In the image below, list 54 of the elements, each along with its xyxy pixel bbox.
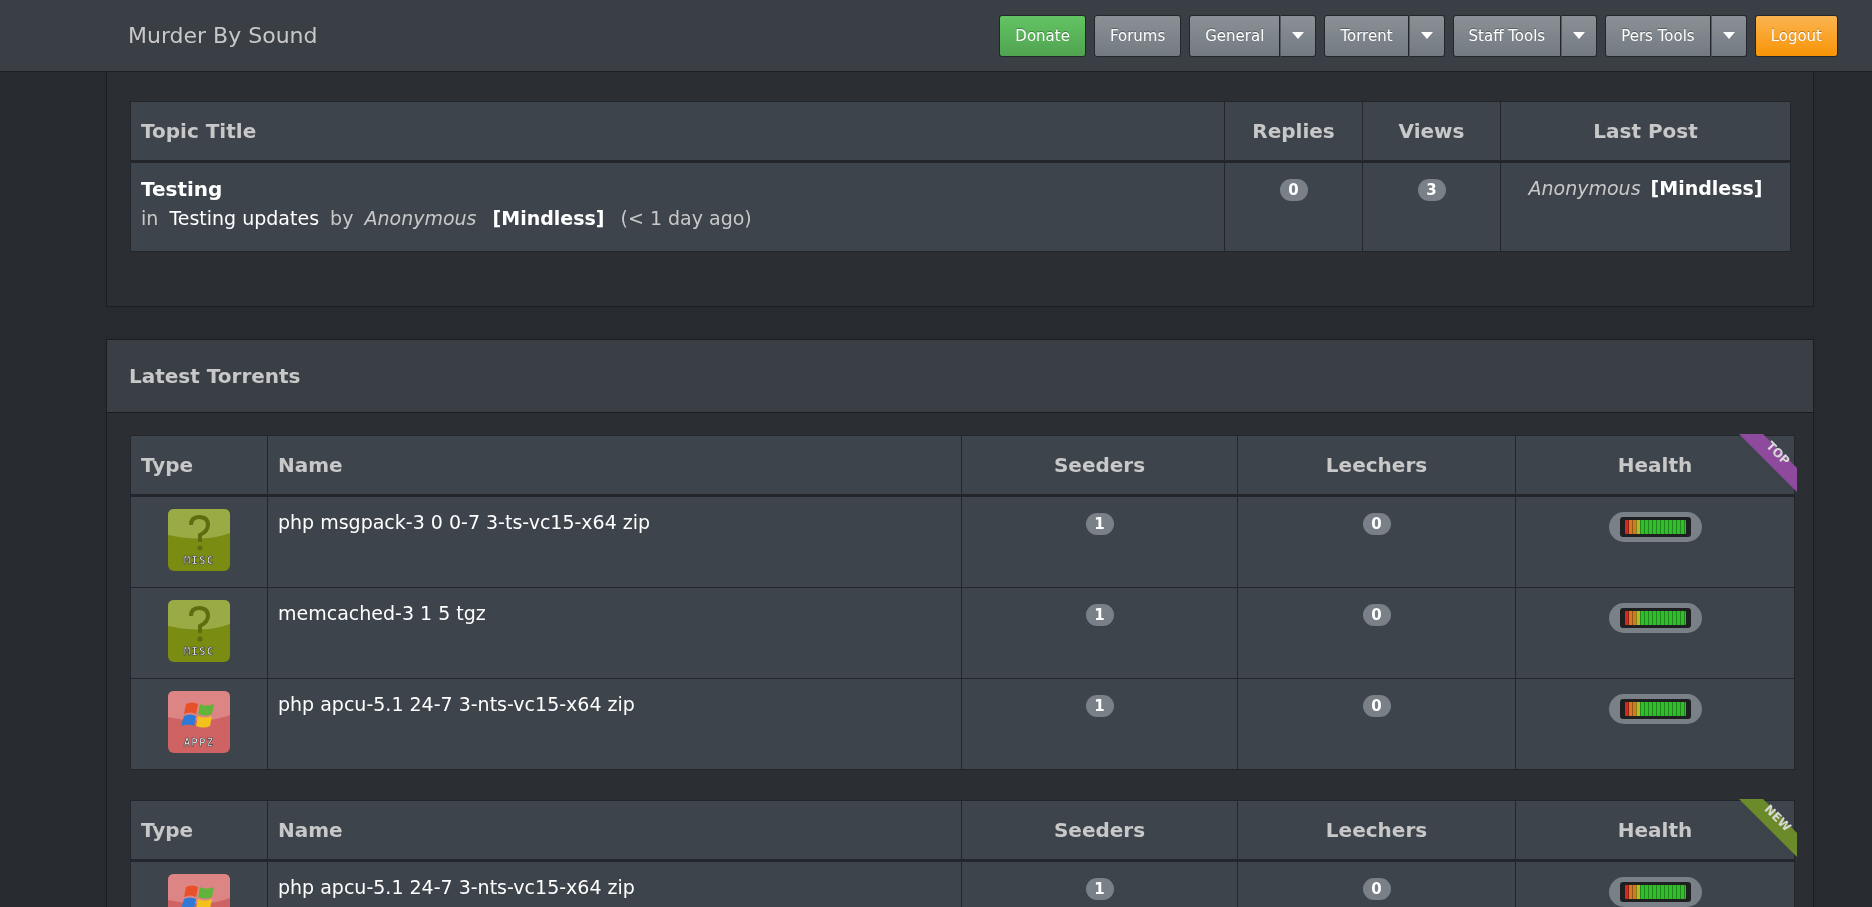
dropdown-toggle[interactable] <box>1408 14 1445 57</box>
user-class: [Mindless] <box>1650 177 1763 199</box>
seeders-count: 1 <box>1085 604 1114 626</box>
column-header: Leechers <box>1325 453 1428 477</box>
views-count: 3 <box>1417 179 1446 201</box>
site-title[interactable]: Murder By Sound <box>128 23 1000 48</box>
seeders-count: 1 <box>1085 878 1114 900</box>
topic-title[interactable]: Testing <box>141 177 1214 201</box>
dropdown-toggle[interactable] <box>1280 14 1317 57</box>
column-header: Views <box>1398 119 1465 143</box>
author-name: Anonymous <box>1528 177 1641 199</box>
panel-title: Latest Torrents <box>129 364 301 388</box>
column-header: Name <box>278 818 343 842</box>
meta-text: by <box>330 207 354 229</box>
column-header: Type <box>141 818 194 842</box>
seeders-count: 1 <box>1085 513 1114 535</box>
category-icon: MISC <box>168 509 230 571</box>
leechers-count: 0 <box>1362 513 1391 535</box>
column-header: Leechers <box>1325 818 1428 842</box>
category-icon: APPZ <box>168 691 230 753</box>
category-icon: MISC <box>168 600 230 662</box>
column-header: Health <box>1617 453 1693 477</box>
meta-text: in <box>141 207 159 229</box>
forum-link[interactable]: Testing updates <box>169 207 320 229</box>
menu-button[interactable]: Torrent <box>1324 14 1409 57</box>
dropdown-toggle[interactable] <box>1710 14 1747 57</box>
torrent-name[interactable]: php apcu-5.1 24-7 3-nts-vc15-x64 zip <box>278 693 635 715</box>
leechers-count: 0 <box>1362 604 1391 626</box>
column-header: Health <box>1617 818 1693 842</box>
menu-button[interactable]: Staff Tools <box>1452 14 1562 57</box>
column-header: Seeders <box>1053 453 1146 477</box>
dropdown-toggle[interactable] <box>1561 14 1598 57</box>
leechers-count: 0 <box>1362 878 1391 900</box>
column-header: Type <box>141 453 194 477</box>
caret-icon <box>1292 32 1305 39</box>
torrent-name[interactable]: php msgpack-3 0 0-7 3-ts-vc15-x64 zip <box>278 511 651 533</box>
menu-button[interactable]: General <box>1189 14 1281 57</box>
column-header: Last Post <box>1593 119 1698 143</box>
column-header: Seeders <box>1053 818 1146 842</box>
author-name: Anonymous <box>364 207 477 229</box>
menu-button[interactable]: Pers Tools <box>1605 14 1711 57</box>
column-header: Replies <box>1252 119 1335 143</box>
caret-icon <box>1420 32 1433 39</box>
seeders-count: 1 <box>1085 695 1114 717</box>
nav-button[interactable]: Forums <box>1093 14 1182 57</box>
caret-icon <box>1573 32 1586 39</box>
caret-icon <box>1722 32 1735 39</box>
post-time: (< 1 day ago) <box>620 207 752 229</box>
column-header: Topic Title <box>141 119 257 143</box>
leechers-count: 0 <box>1362 695 1391 717</box>
column-header: Name <box>278 453 343 477</box>
replies-count: 0 <box>1279 179 1308 201</box>
torrent-name[interactable]: memcached-3 1 5 tgz <box>278 602 486 624</box>
user-class: [Mindless] <box>492 207 605 229</box>
